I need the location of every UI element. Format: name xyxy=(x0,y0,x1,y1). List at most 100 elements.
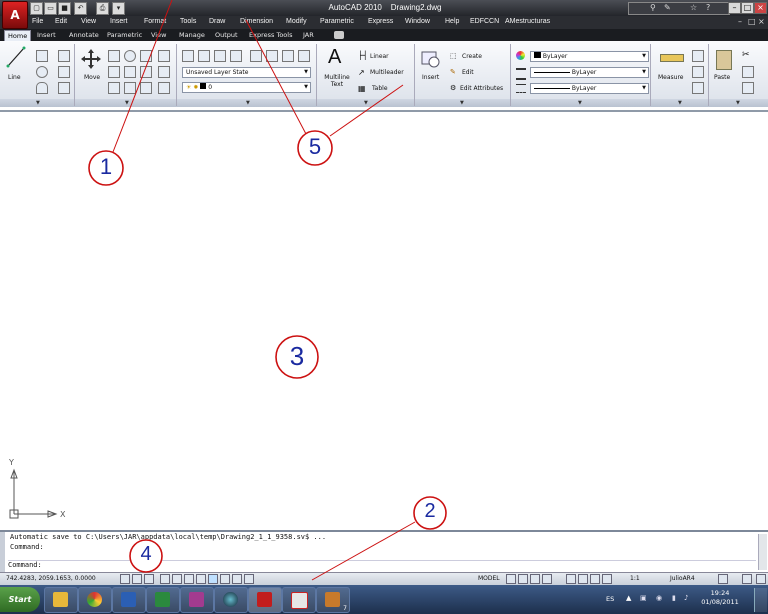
coordinates-readout[interactable]: 742.4283, 2059.1653, 0.0000 xyxy=(6,575,96,582)
tab-insert[interactable]: Insert xyxy=(34,30,59,40)
favorites-star-icon[interactable]: ☆ xyxy=(690,3,697,12)
select-all-icon[interactable] xyxy=(692,66,704,78)
object-snap-tracking-icon[interactable] xyxy=(196,574,206,584)
linetype-icon[interactable] xyxy=(516,84,526,93)
stretch-icon[interactable] xyxy=(108,82,120,94)
create-block-icon[interactable]: ⬚ xyxy=(450,52,457,60)
help-icon[interactable]: ? xyxy=(706,3,710,12)
object-snap-icon[interactable] xyxy=(172,574,182,584)
taskbar-word[interactable] xyxy=(112,587,146,613)
table-label[interactable]: Table xyxy=(372,85,388,92)
menu-help[interactable]: Help xyxy=(445,18,459,25)
layer-match-icon[interactable] xyxy=(250,50,262,62)
insert-block-icon[interactable] xyxy=(420,48,442,70)
3d-object-snap-icon[interactable] xyxy=(184,574,194,584)
polyline-icon[interactable] xyxy=(36,50,48,62)
lineweight-dropdown[interactable]: ByLayer ▼ xyxy=(530,67,649,78)
application-menu-button[interactable]: A xyxy=(2,1,28,29)
lock-ui-icon[interactable] xyxy=(718,574,728,584)
tab-parametric[interactable]: Parametric xyxy=(104,30,145,40)
linear-dimension-icon[interactable]: ├┤ xyxy=(358,51,368,60)
menu-edfccn[interactable]: EDFCCN xyxy=(470,18,499,25)
pan-icon[interactable] xyxy=(530,574,540,584)
create-label[interactable]: Create xyxy=(462,53,482,60)
tab-jar[interactable]: JAR xyxy=(300,30,317,40)
menu-edit[interactable]: Edit xyxy=(55,18,67,25)
layer-walk-icon[interactable] xyxy=(282,50,294,62)
erase-icon[interactable] xyxy=(158,50,170,62)
subscription-key-icon[interactable]: ✎ xyxy=(664,3,671,12)
autoscale-icon[interactable] xyxy=(602,574,612,584)
infocenter-search-input[interactable] xyxy=(628,2,730,15)
doc-minimize-icon[interactable]: – xyxy=(738,17,742,26)
workspace-dropdown-icon[interactable]: ▾ xyxy=(112,2,125,15)
panel-expand-icon[interactable]: ▼ xyxy=(736,100,740,106)
menu-express[interactable]: Express xyxy=(368,18,393,25)
color-dropdown[interactable]: ByLayer ▼ xyxy=(530,51,649,62)
tab-manage[interactable]: Manage xyxy=(176,30,208,40)
tab-output[interactable]: Output xyxy=(212,30,241,40)
tab-view[interactable]: View xyxy=(148,30,169,40)
polar-tracking-icon[interactable] xyxy=(160,574,170,584)
edit-label[interactable]: Edit xyxy=(462,69,474,76)
line-tool-icon[interactable] xyxy=(6,46,26,68)
taskbar-autocad[interactable] xyxy=(248,587,282,613)
circle-icon[interactable] xyxy=(36,66,48,78)
language-indicator[interactable]: ES xyxy=(606,595,614,603)
mirror-icon[interactable] xyxy=(108,66,120,78)
ribbon-minimize-icon[interactable] xyxy=(334,31,344,39)
doc-restore-icon[interactable]: □ xyxy=(748,17,756,26)
taskbar-chrome[interactable] xyxy=(78,587,112,613)
layer-off-icon[interactable] xyxy=(230,50,242,62)
edit-attributes-icon[interactable]: ⚙ xyxy=(450,84,456,92)
taskbar-explorer[interactable] xyxy=(44,587,78,613)
multileader-label[interactable]: Multileader xyxy=(370,69,404,76)
calculator-icon[interactable] xyxy=(692,82,704,94)
layer-isolate-icon[interactable] xyxy=(198,50,210,62)
scale-icon[interactable] xyxy=(124,82,136,94)
doc-close-icon[interactable]: × xyxy=(758,17,765,26)
command-scrollbar[interactable] xyxy=(758,534,767,570)
show-desktop-button[interactable] xyxy=(754,588,767,612)
grid-display-icon[interactable] xyxy=(132,574,142,584)
maximize-button[interactable]: □ xyxy=(741,2,754,14)
menu-dimension[interactable]: Dimension xyxy=(240,18,273,25)
panel-expand-icon[interactable]: ▼ xyxy=(246,100,250,106)
region-icon[interactable] xyxy=(58,82,70,94)
linetype-dropdown[interactable]: ByLayer ▼ xyxy=(530,83,649,94)
taskbar-group[interactable]: 7 xyxy=(316,587,350,613)
tab-home[interactable]: Home xyxy=(4,30,32,41)
explode-icon[interactable] xyxy=(140,66,152,78)
lineweight-icon[interactable] xyxy=(516,68,526,80)
annotation-visibility-icon[interactable] xyxy=(590,574,600,584)
menu-file[interactable]: File xyxy=(32,18,43,25)
rotate-icon[interactable] xyxy=(124,50,136,62)
system-clock[interactable]: 19:24 01/08/2011 xyxy=(696,589,744,607)
copy-clip-icon[interactable] xyxy=(742,66,754,78)
quick-properties-icon[interactable] xyxy=(244,574,254,584)
quick-view-drawings-icon[interactable] xyxy=(518,574,528,584)
snap-mode-icon[interactable] xyxy=(120,574,130,584)
hatch-icon[interactable] xyxy=(58,66,70,78)
layer-dropdown[interactable]: ☀ ✹ 0 ▼ xyxy=(182,82,311,93)
linear-label[interactable]: Linear xyxy=(370,53,389,60)
fillet-icon[interactable] xyxy=(124,66,136,78)
search-binoculars-icon[interactable]: ⚲ xyxy=(650,3,656,12)
print-icon[interactable]: ⎙ xyxy=(96,2,109,15)
zoom-icon[interactable] xyxy=(542,574,552,584)
table-icon[interactable]: ▦ xyxy=(358,84,366,93)
quick-select-icon[interactable] xyxy=(692,50,704,62)
undo-icon[interactable]: ↶ xyxy=(74,2,87,15)
arc-icon[interactable] xyxy=(36,82,48,94)
isolate-objects-icon[interactable] xyxy=(742,574,752,584)
network-icon[interactable]: ▣ xyxy=(640,594,647,602)
start-button[interactable]: Start xyxy=(0,587,40,612)
trim-icon[interactable] xyxy=(140,50,152,62)
copy-icon[interactable] xyxy=(108,50,120,62)
layer-lock-icon[interactable] xyxy=(298,50,310,62)
open-folder-icon[interactable]: ▭ xyxy=(44,2,57,15)
minimize-button[interactable]: – xyxy=(728,2,741,14)
quick-view-layouts-icon[interactable] xyxy=(506,574,516,584)
taskbar-acrobat[interactable] xyxy=(282,587,316,613)
taskbar-excel[interactable] xyxy=(146,587,180,613)
